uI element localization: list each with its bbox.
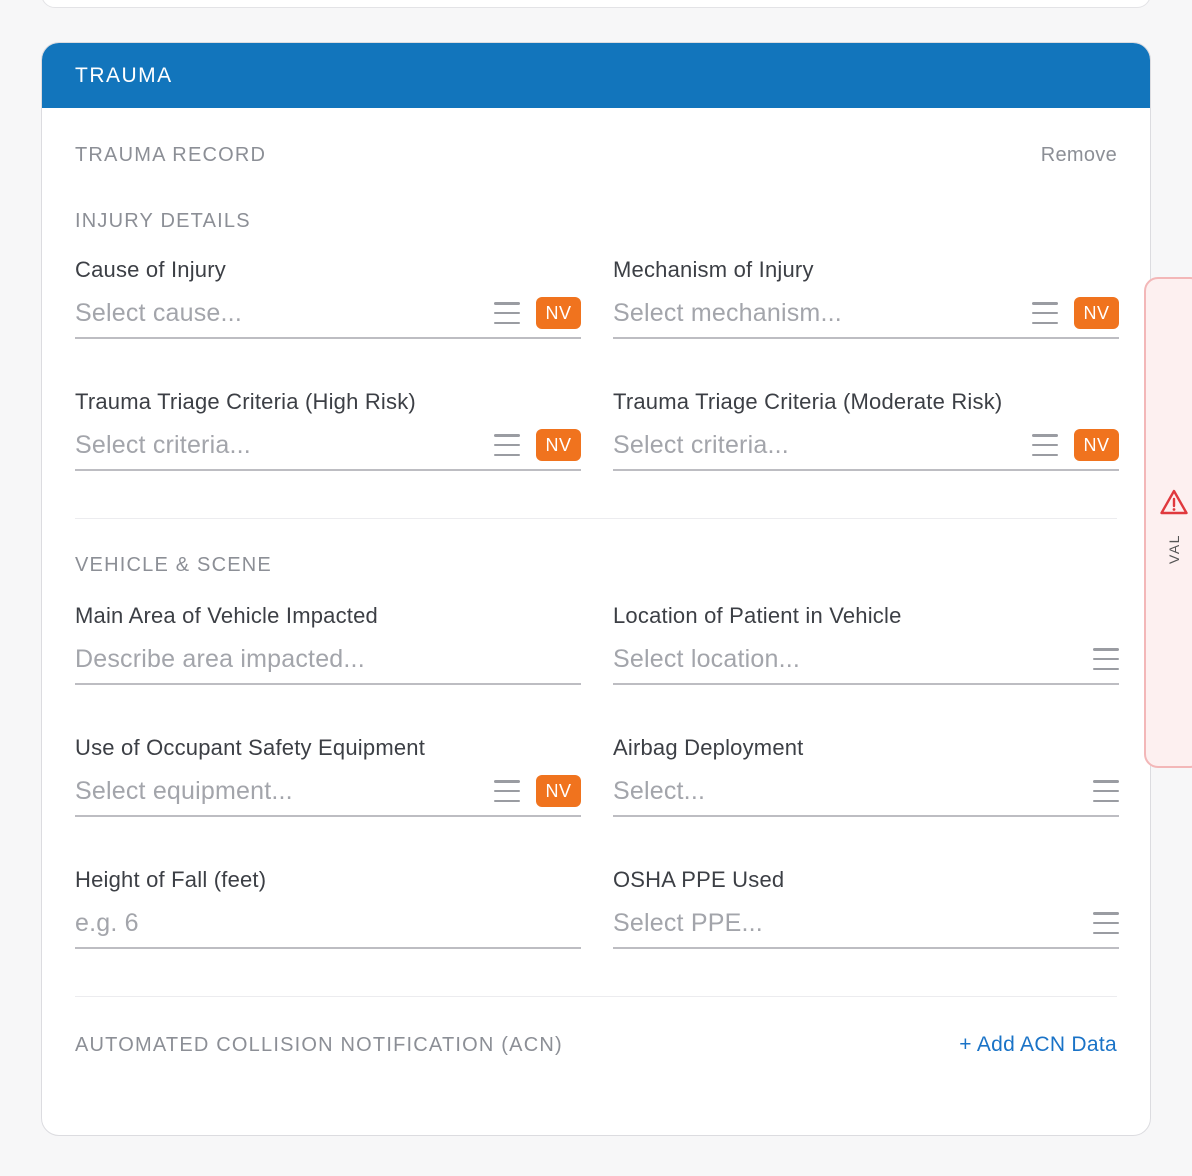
field-placeholder: Select location... <box>613 644 801 673</box>
list-icon[interactable] <box>494 302 520 324</box>
field-label: Airbag Deployment <box>613 735 804 760</box>
cause-of-injury-select[interactable]: Select cause... NV <box>75 289 581 339</box>
vehicle-area-impacted-field: Main Area of Vehicle Impacted Describe a… <box>75 601 581 733</box>
field-placeholder: Select equipment... <box>75 776 293 805</box>
triage-moderate-risk-select[interactable]: Select criteria... NV <box>613 421 1119 471</box>
field-placeholder: Select cause... <box>75 298 242 327</box>
remove-button[interactable]: Remove <box>1041 144 1117 167</box>
vehicle-scene-heading: VEHICLE & SCENE <box>75 553 272 576</box>
field-placeholder: Select mechanism... <box>613 298 842 327</box>
acn-heading: AUTOMATED COLLISION NOTIFICATION (ACN) <box>75 1033 563 1056</box>
osha-ppe-select[interactable]: Select PPE... <box>613 899 1119 949</box>
vehicle-area-impacted-input[interactable]: Describe area impacted... <box>75 635 581 685</box>
trauma-record-title: TRAUMA RECORD <box>75 143 267 166</box>
injury-details-grid: Cause of Injury Select cause... NV Mecha… <box>75 255 1119 519</box>
safety-equipment-field: Use of Occupant Safety Equipment Select … <box>75 733 581 865</box>
list-icon[interactable] <box>1093 912 1119 934</box>
triage-high-risk-field: Trauma Triage Criteria (High Risk) Selec… <box>75 387 581 519</box>
trauma-record-row: TRAUMA RECORD Remove <box>75 143 1117 167</box>
triage-moderate-risk-field: Trauma Triage Criteria (Moderate Risk) S… <box>613 387 1119 519</box>
safety-equipment-select[interactable]: Select equipment... NV <box>75 767 581 817</box>
airbag-deployment-field: Airbag Deployment Select... <box>613 733 1119 865</box>
field-label: Trauma Triage Criteria (Moderate Risk) <box>613 389 1003 414</box>
cause-of-injury-field: Cause of Injury Select cause... NV <box>75 255 581 387</box>
field-placeholder: Select PPE... <box>613 908 763 937</box>
nv-button[interactable]: NV <box>1074 429 1119 461</box>
field-label: Use of Occupant Safety Equipment <box>75 735 426 760</box>
field-placeholder: Select criteria... <box>613 430 789 459</box>
trauma-card: TRAUMA TRAUMA RECORD Remove INJURY DETAI… <box>41 42 1151 1136</box>
vehicle-scene-grid: Main Area of Vehicle Impacted Describe a… <box>75 601 1119 997</box>
validation-tab[interactable]: VAL <box>1144 277 1192 768</box>
nv-button[interactable]: NV <box>536 429 581 461</box>
list-icon[interactable] <box>494 780 520 802</box>
add-acn-data-button[interactable]: + Add ACN Data <box>959 1033 1117 1057</box>
field-placeholder: Describe area impacted... <box>75 644 365 673</box>
triage-high-risk-select[interactable]: Select criteria... NV <box>75 421 581 471</box>
previous-card <box>41 0 1151 8</box>
patient-location-field: Location of Patient in Vehicle Select lo… <box>613 601 1119 733</box>
acn-row: AUTOMATED COLLISION NOTIFICATION (ACN) +… <box>75 1031 1117 1059</box>
list-icon[interactable] <box>1032 434 1058 456</box>
warning-triangle-icon <box>1159 488 1189 521</box>
airbag-deployment-select[interactable]: Select... <box>613 767 1119 817</box>
mechanism-of-injury-field: Mechanism of Injury Select mechanism... … <box>613 255 1119 387</box>
validation-tab-label: VAL <box>1166 534 1182 564</box>
field-placeholder: Select criteria... <box>75 430 251 459</box>
field-label: Height of Fall (feet) <box>75 867 267 892</box>
field-label: OSHA PPE Used <box>613 867 785 892</box>
list-icon[interactable] <box>1093 780 1119 802</box>
osha-ppe-field: OSHA PPE Used Select PPE... <box>613 865 1119 997</box>
list-icon[interactable] <box>1093 648 1119 670</box>
list-icon[interactable] <box>1032 302 1058 324</box>
nv-button[interactable]: NV <box>536 775 581 807</box>
field-label: Trauma Triage Criteria (High Risk) <box>75 389 416 414</box>
card-header: TRAUMA <box>42 43 1150 108</box>
nv-button[interactable]: NV <box>536 297 581 329</box>
list-icon[interactable] <box>494 434 520 456</box>
height-of-fall-input[interactable]: e.g. 6 <box>75 899 581 949</box>
field-label: Main Area of Vehicle Impacted <box>75 603 378 628</box>
field-label: Cause of Injury <box>75 257 226 282</box>
field-label: Mechanism of Injury <box>613 257 814 282</box>
field-placeholder: e.g. 6 <box>75 908 139 937</box>
field-placeholder: Select... <box>613 776 706 805</box>
mechanism-of-injury-select[interactable]: Select mechanism... NV <box>613 289 1119 339</box>
field-label: Location of Patient in Vehicle <box>613 603 902 628</box>
patient-location-select[interactable]: Select location... <box>613 635 1119 685</box>
card-body: TRAUMA RECORD Remove INJURY DETAILS Caus… <box>42 143 1150 1059</box>
injury-details-heading: INJURY DETAILS <box>75 209 251 232</box>
card-title: TRAUMA <box>75 63 173 87</box>
nv-button[interactable]: NV <box>1074 297 1119 329</box>
height-of-fall-field: Height of Fall (feet) e.g. 6 <box>75 865 581 997</box>
